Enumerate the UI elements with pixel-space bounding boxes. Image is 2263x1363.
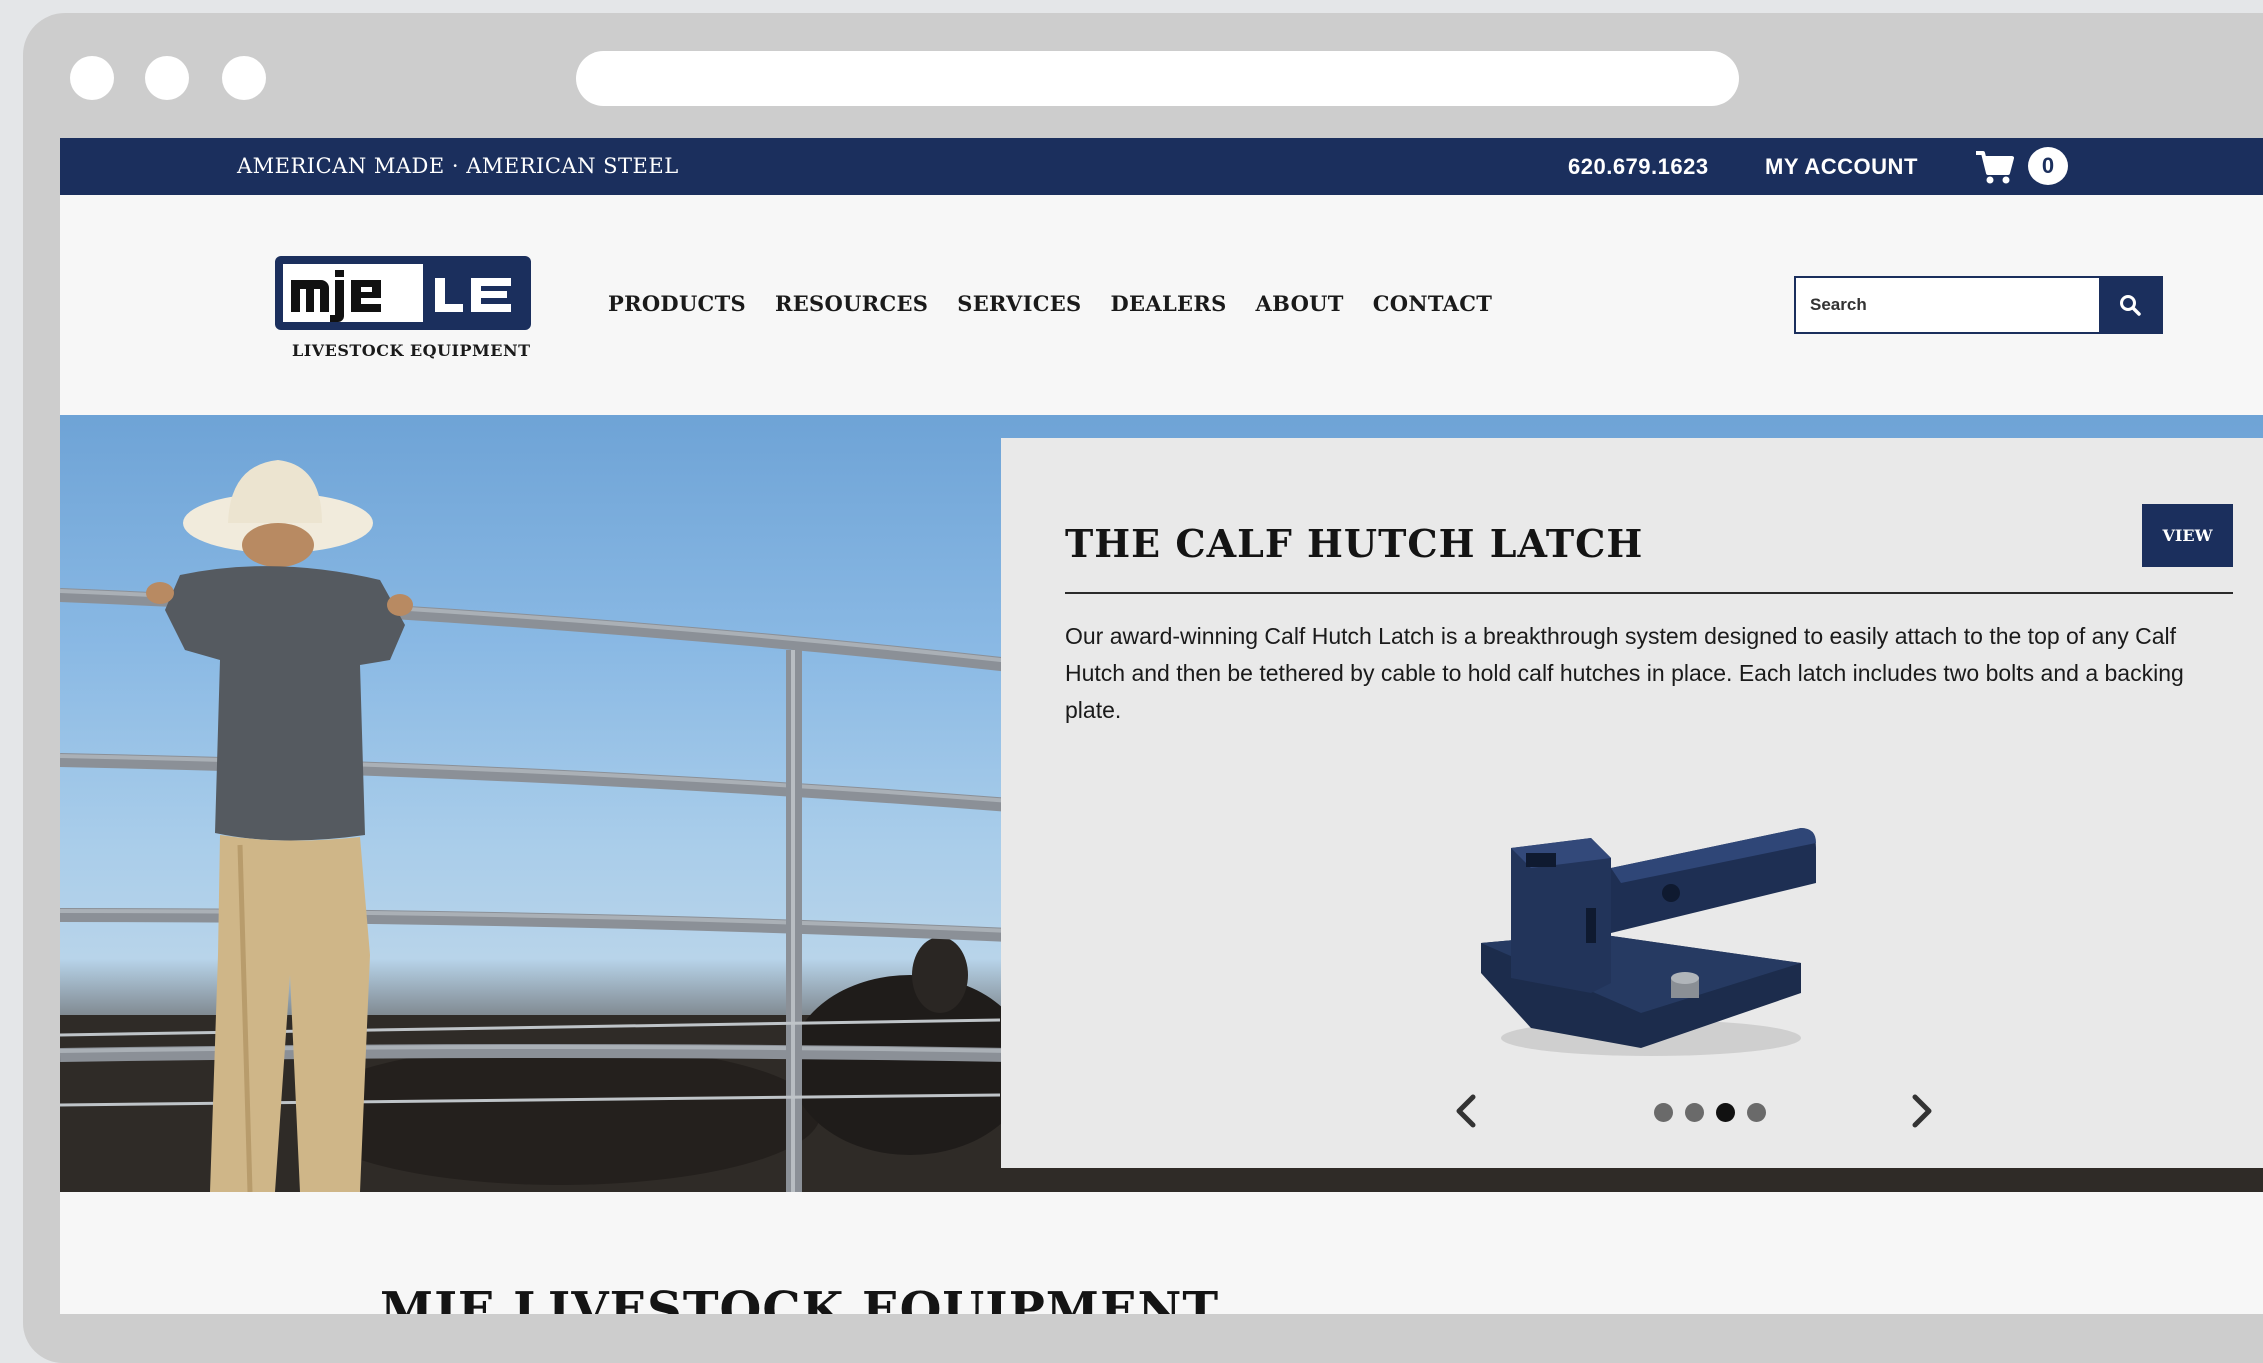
address-bar[interactable] [576,51,1739,106]
slide-indicators [1654,1103,1766,1122]
search-icon [2120,295,2141,316]
chevron-left-icon[interactable] [1451,1091,1481,1131]
my-account-link[interactable]: MY ACCOUNT [1765,154,1918,180]
tagline: AMERICAN MADE · AMERICAN STEEL [237,154,679,178]
window-minimize-dot[interactable] [145,56,189,100]
nav-resources[interactable]: RESOURCES [775,291,928,316]
nav-dealers[interactable]: DEALERS [1111,291,1227,316]
nav-contact[interactable]: CONTACT [1373,291,1492,316]
logo-subtitle: LIVESTOCK EQUIPMENT [292,341,531,360]
search-button[interactable] [2099,278,2161,332]
calf-hutch-latch-image[interactable] [1471,813,1831,1073]
phone-link[interactable]: 620.679.1623 [1568,154,1709,180]
chevron-right-icon[interactable] [1907,1091,1937,1131]
page-viewport: AMERICAN MADE · AMERICAN STEEL 620.679.1… [60,138,2263,1314]
site-header: LIVESTOCK EQUIPMENT PRODUCTS RESOURCES S… [60,195,2263,415]
slide-dot-4[interactable] [1747,1103,1766,1122]
slide-dot-1[interactable] [1654,1103,1673,1122]
view-button[interactable]: VIEW [2142,504,2233,567]
intro-section: MJE LIVESTOCK EQUIPMENT [60,1192,2263,1314]
mjele-logo[interactable] [275,256,531,330]
cart-icon[interactable] [1974,148,2014,186]
nav-products[interactable]: PRODUCTS [608,291,746,316]
search-box [1794,276,2163,334]
cart-count-badge[interactable]: 0 [2028,147,2068,185]
window-close-dot[interactable] [70,56,114,100]
slide-dot-2[interactable] [1685,1103,1704,1122]
search-input[interactable] [1796,278,2101,332]
slide-card: THE CALF HUTCH LATCH VIEW Our award-winn… [1001,438,2263,1168]
nav-about[interactable]: ABOUT [1256,291,1344,316]
title-divider [1065,592,2233,594]
slide-title: THE CALF HUTCH LATCH [1065,521,1644,566]
section-title: MJE LIVESTOCK EQUIPMENT [380,1282,1220,1314]
slide-description: Our award-winning Calf Hutch Latch is a … [1065,623,2184,723]
top-bar: AMERICAN MADE · AMERICAN STEEL 620.679.1… [60,138,2263,195]
main-nav: PRODUCTS RESOURCES SERVICES DEALERS ABOU… [608,291,1521,316]
nav-services[interactable]: SERVICES [957,291,1081,316]
slide-dot-3[interactable] [1716,1103,1735,1122]
hero-slider: THE CALF HUTCH LATCH VIEW Our award-winn… [60,415,2263,1192]
window-maximize-dot[interactable] [222,56,266,100]
